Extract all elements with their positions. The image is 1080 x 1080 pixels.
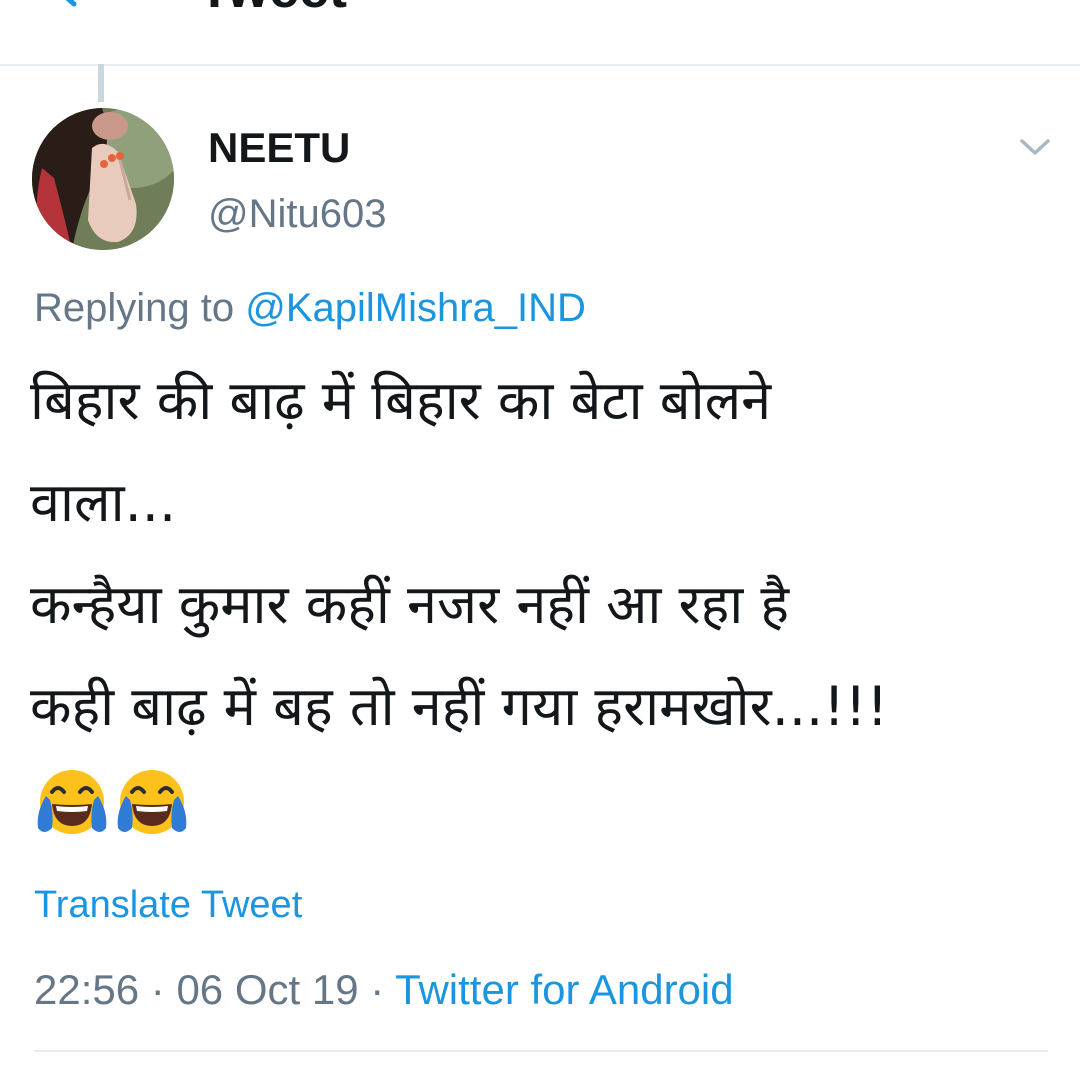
thread-connector — [98, 64, 104, 102]
face-with-tears-of-joy-emoji — [37, 770, 107, 834]
replying-to-label: Replying to — [34, 286, 246, 330]
meta-separator: · — [139, 966, 177, 1013]
top-bar: Tweet — [0, 0, 1080, 66]
avatar[interactable] — [32, 108, 174, 250]
tweet-time: 22:56 — [34, 966, 140, 1013]
divider — [34, 1050, 1048, 1052]
tweet-text-line: बिहार की बाढ़ में बिहार का बेटा बोलने — [30, 369, 772, 432]
replying-to: Replying to @KapilMishra_IND — [34, 286, 586, 331]
chevron-down-icon[interactable] — [1016, 132, 1054, 162]
face-with-tears-of-joy-emoji — [117, 770, 187, 834]
tweet-detail-screen: Tweet NEETU @Nitu603 Replying to @KapilM… — [0, 0, 1080, 1080]
meta-separator: · — [358, 966, 396, 1013]
user-handle[interactable]: @Nitu603 — [208, 192, 386, 237]
tweet-date: 06 Oct 19 — [176, 966, 359, 1013]
reply-mention-link[interactable]: @KapilMishra_IND — [245, 286, 586, 330]
tweet-text: बिहार की बाढ़ में बिहार का बेटा बोलने वा… — [30, 350, 1060, 758]
tweet-text-line: वाला... — [30, 471, 177, 534]
tweet-source-link[interactable]: Twitter for Android — [395, 966, 733, 1013]
tweet-metadata: 22:56 · 06 Oct 19 · Twitter for Android — [34, 966, 734, 1014]
avatar-image — [32, 108, 174, 250]
translate-tweet-link[interactable]: Translate Tweet — [34, 884, 302, 927]
tweet-text-line: कही बाढ़ में बह तो नहीं गया हरामखोर...!!… — [30, 675, 889, 738]
display-name[interactable]: NEETU — [208, 124, 350, 172]
page-title: Tweet — [198, 0, 347, 20]
tweet-text-line: कन्हैया कुमार कहीं नजर नहीं आ रहा है — [30, 573, 790, 636]
arrow-left-icon[interactable] — [44, 0, 88, 10]
emoji-row — [34, 766, 194, 842]
